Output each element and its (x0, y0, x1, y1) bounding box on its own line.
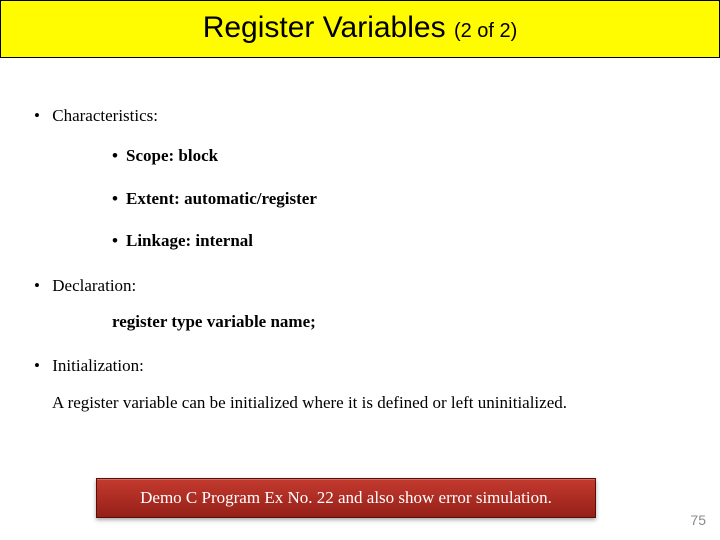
slide-title: Register Variables (203, 11, 454, 44)
list-item-label: Extent: automatic/register (126, 189, 317, 208)
list-item-label: Scope: block (126, 146, 218, 165)
list-item: •Scope: block (112, 146, 700, 166)
bullet-icon: • (112, 189, 126, 209)
bullet-icon: • (34, 356, 48, 376)
list-item: •Linkage: internal (112, 231, 700, 251)
declaration-body: register type variable name; (112, 312, 700, 332)
characteristics-list: •Scope: block •Extent: automatic/registe… (112, 146, 700, 251)
characteristics-heading: Characteristics: (52, 106, 158, 125)
content-area: • Characteristics: •Scope: block •Extent… (0, 58, 720, 413)
bullet-icon: • (34, 276, 48, 296)
declaration-heading: Declaration: (52, 276, 136, 295)
list-item-label: Linkage: internal (126, 231, 253, 250)
title-bar: Register Variables (2 of 2) (0, 0, 720, 58)
characteristics-section: • Characteristics: •Scope: block •Extent… (34, 106, 700, 252)
page-number: 75 (690, 512, 706, 528)
declaration-section: • Declaration: register type variable na… (34, 276, 700, 333)
bullet-icon: • (112, 231, 126, 251)
demo-callout: Demo C Program Ex No. 22 and also show e… (96, 478, 596, 518)
initialization-heading: Initialization: (52, 356, 144, 375)
slide-title-sub: (2 of 2) (454, 20, 517, 42)
bullet-icon: • (34, 106, 48, 126)
list-item: •Extent: automatic/register (112, 189, 700, 209)
bullet-icon: • (112, 146, 126, 166)
initialization-body: A register variable can be initialized w… (52, 393, 700, 413)
demo-text: Demo C Program Ex No. 22 and also show e… (140, 488, 552, 507)
initialization-section: • Initialization: A register variable ca… (34, 356, 700, 413)
